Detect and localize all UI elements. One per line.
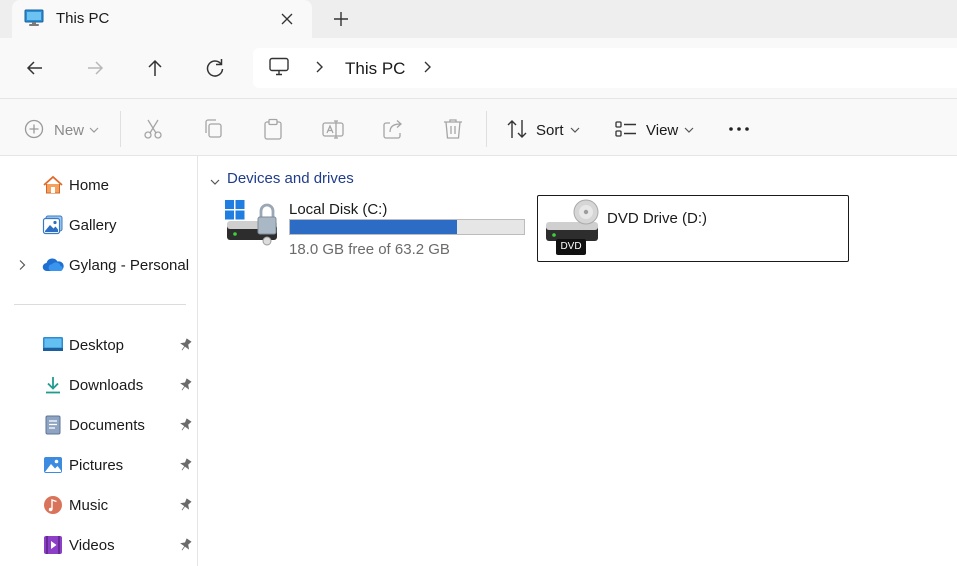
desktop-icon: [42, 335, 64, 355]
delete-icon[interactable]: [441, 117, 465, 141]
computer-icon[interactable]: [268, 57, 290, 77]
pin-icon[interactable]: [178, 378, 192, 392]
storage-usage-fill: [290, 220, 458, 234]
up-arrow-icon[interactable]: [140, 54, 170, 82]
paste-icon[interactable]: [261, 117, 285, 141]
share-icon[interactable]: [381, 117, 405, 141]
sidebar-item-desktop[interactable]: Desktop: [0, 327, 197, 363]
sidebar-item-label: Documents: [69, 417, 145, 434]
drive-tile-local-disk-c[interactable]: Local Disk (C:) 18.0 GB free of 63.2 GB: [223, 196, 533, 262]
pin-icon[interactable]: [178, 498, 192, 512]
home-icon: [42, 175, 64, 195]
sort-button-label[interactable]: Sort: [536, 122, 564, 139]
more-options-icon[interactable]: [727, 117, 751, 141]
close-tab-icon[interactable]: [274, 6, 300, 32]
collapse-chevron-icon[interactable]: [209, 174, 221, 185]
sidebar-item-gallery[interactable]: Gallery: [0, 207, 197, 243]
sidebar-item-label: Downloads: [69, 377, 144, 394]
sidebar-item-label: Gallery: [69, 217, 117, 234]
gallery-icon: [42, 215, 64, 235]
videos-icon: [42, 535, 64, 555]
storage-usage-bar: [289, 219, 525, 235]
navigation-bar: This PC: [0, 38, 957, 98]
downloads-icon: [42, 375, 64, 395]
sidebar-item-documents[interactable]: Documents: [0, 407, 197, 443]
view-button-label[interactable]: View: [646, 122, 678, 139]
monitor-icon: [24, 9, 44, 27]
breadcrumb-chevron-icon[interactable]: [421, 59, 435, 75]
sidebar-item-label: Music: [69, 497, 109, 514]
dvd-badge: DVD: [560, 241, 582, 252]
sidebar-divider: [14, 304, 186, 305]
file-list-pane[interactable]: Devices and drives Local Disk (C:) 18.0 …: [199, 156, 957, 566]
tab-title: This PC: [56, 10, 110, 27]
sidebar-item-videos[interactable]: Videos: [0, 527, 197, 563]
documents-icon: [42, 415, 64, 435]
pin-icon[interactable]: [178, 538, 192, 552]
chevron-down-icon[interactable]: [88, 117, 100, 141]
navigation-pane: Home Gallery Gylang - Personal Desktop D…: [0, 156, 198, 566]
sidebar-item-home[interactable]: Home: [0, 167, 197, 203]
pictures-icon: [42, 455, 64, 475]
windows-locked-drive-icon: [225, 200, 283, 253]
breadcrumb-chevron-icon[interactable]: [313, 59, 327, 75]
chevron-down-icon[interactable]: [683, 117, 695, 141]
sidebar-item-label: Videos: [69, 537, 115, 554]
sidebar-item-music[interactable]: Music: [0, 487, 197, 523]
back-arrow-icon[interactable]: [20, 54, 50, 82]
new-button[interactable]: [23, 117, 45, 141]
drive-tile-dvd-drive-d[interactable]: DVD DVD Drive (D:): [537, 195, 849, 262]
sidebar-item-onedrive[interactable]: Gylang - Personal: [0, 247, 197, 283]
drive-free-space: 18.0 GB free of 63.2 GB: [289, 241, 450, 258]
pin-icon[interactable]: [178, 418, 192, 432]
title-bar: This PC: [0, 0, 957, 38]
onedrive-cloud-icon: [42, 255, 64, 275]
cut-icon[interactable]: [141, 117, 165, 141]
view-icon[interactable]: [614, 117, 638, 141]
rename-icon[interactable]: [321, 117, 345, 141]
sidebar-item-label: Gylang - Personal: [69, 257, 190, 274]
sidebar-item-label: Pictures: [69, 457, 124, 474]
breadcrumb-this-pc[interactable]: This PC: [345, 59, 405, 79]
drive-name: Local Disk (C:): [289, 201, 388, 218]
sidebar-item-downloads[interactable]: Downloads: [0, 367, 197, 403]
drive-name: DVD Drive (D:): [607, 210, 707, 227]
dvd-drive-icon: DVD: [544, 199, 602, 262]
sort-icon[interactable]: [505, 117, 529, 141]
toolbar-divider: [120, 111, 121, 147]
pin-icon[interactable]: [178, 458, 192, 472]
music-icon: [42, 495, 64, 515]
sidebar-item-pictures[interactable]: Pictures: [0, 447, 197, 483]
forward-arrow-icon[interactable]: [80, 54, 110, 82]
copy-icon[interactable]: [201, 117, 225, 141]
new-tab-icon[interactable]: [327, 6, 355, 32]
pin-icon[interactable]: [178, 338, 192, 352]
chevron-down-icon[interactable]: [569, 117, 581, 141]
sidebar-item-label: Desktop: [69, 337, 125, 354]
command-bar: New Sort View: [0, 98, 957, 156]
chevron-right-icon[interactable]: [16, 258, 28, 272]
address-bar[interactable]: This PC: [253, 48, 957, 88]
sidebar-item-label: Home: [69, 177, 110, 194]
new-button-label[interactable]: New: [54, 122, 84, 139]
toolbar-divider: [486, 111, 487, 147]
refresh-icon[interactable]: [200, 54, 230, 82]
tab-this-pc[interactable]: This PC: [12, 0, 312, 38]
group-header-devices-and-drives[interactable]: Devices and drives: [227, 170, 354, 187]
